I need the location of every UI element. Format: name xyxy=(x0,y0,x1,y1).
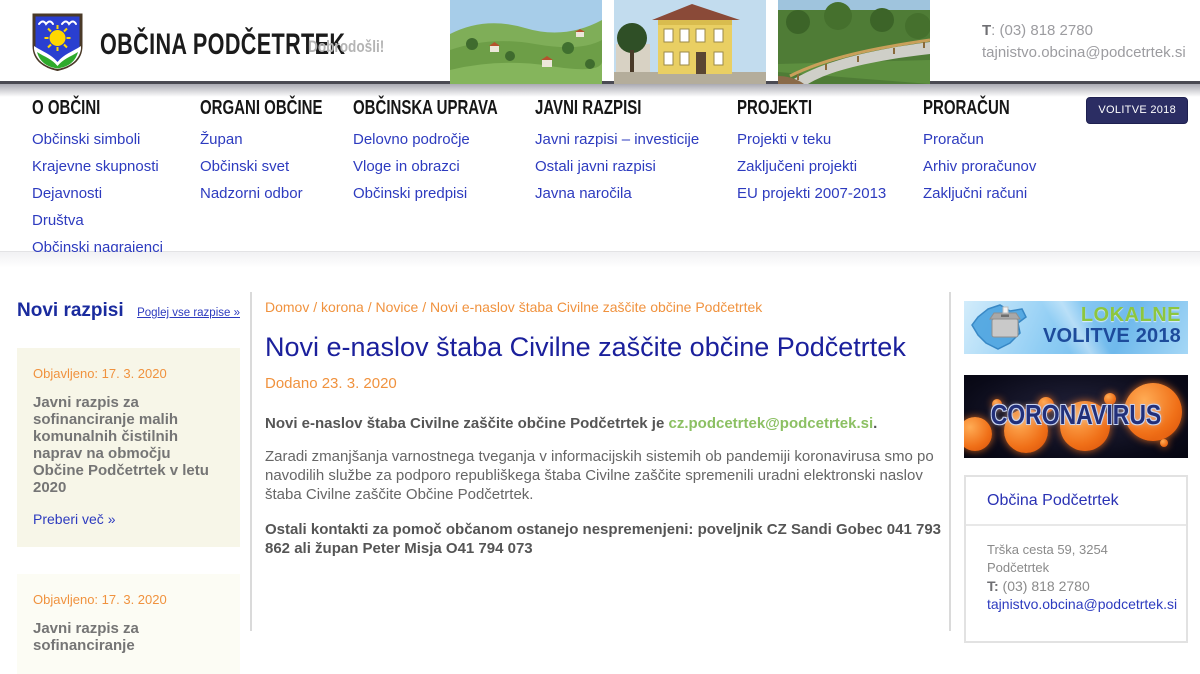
coronavirus-banner[interactable]: CORONAVIRUS xyxy=(964,375,1188,458)
article-lead: Novi e-naslov štaba Civilne zaščite obči… xyxy=(265,415,878,432)
new-tenders-title: Novi razpisi xyxy=(17,300,124,321)
nav-link[interactable]: Dejavnosti xyxy=(32,185,102,202)
nav-link[interactable]: Društva xyxy=(32,212,84,229)
contact-address: Trška cesta 59, 3254 Podčetrtek xyxy=(987,542,1108,575)
tender-title-link[interactable]: Javni razpis za sofinanciranje malih kom… xyxy=(33,394,224,496)
nav-column-proracun: PRORAČUN Proračun Arhiv proračunov Zaklj… xyxy=(923,97,1039,212)
nav-link[interactable]: Nadzorni odbor xyxy=(200,185,303,202)
nav-column-javni-razpisi: JAVNI RAZPISI Javni razpisi – investicij… xyxy=(535,97,699,212)
banner-line-lokalne: LOKALNE xyxy=(1080,304,1181,326)
article: Domov / korona / Novice / Novi e-naslov … xyxy=(265,252,945,573)
nav-heading[interactable]: PROJEKTI xyxy=(737,97,886,120)
nav-link[interactable]: Občinski svet xyxy=(200,158,289,175)
tender-published-date: Objavljeno: 17. 3. 2020 xyxy=(33,366,167,381)
virus-blob xyxy=(1160,439,1168,447)
welcome-text: Dobrodošli! xyxy=(308,37,385,56)
contact-phone: T: (03) 818 2780 xyxy=(987,578,1090,594)
phone-label: T xyxy=(982,22,992,39)
nav-heading[interactable]: O OBČINI xyxy=(32,97,163,120)
header-email-link[interactable]: tajnistvo.obcina@podcetrtek.si xyxy=(982,44,1186,61)
nav-heading[interactable]: JAVNI RAZPISI xyxy=(535,97,699,120)
nav-link[interactable]: Projekti v teku xyxy=(737,131,831,148)
article-date: Dodano 23. 3. 2020 xyxy=(265,375,397,392)
nav-link[interactable]: Zaključni računi xyxy=(923,185,1027,202)
article-paragraph: Zaradi zmanjšanja varnostnega tveganja v… xyxy=(265,448,934,503)
tender-card[interactable]: Objavljeno: 17. 3. 2020 Javni razpis za … xyxy=(17,348,240,547)
nav-heading[interactable]: OBČINSKA UPRAVA xyxy=(353,97,546,120)
nav-column-projekti: PROJEKTI Projekti v teku Zaključeni proj… xyxy=(737,97,886,212)
site-header: OBČINA PODČETRTEK Dobrodošli! T: (03) 81… xyxy=(0,0,1200,84)
banner-line-volitve-2018: VOLITVE 2018 xyxy=(1042,325,1181,347)
breadcrumb-link-korona[interactable]: korona xyxy=(321,299,364,315)
article-contacts-paragraph: Ostali kontakti za pomoč občanom ostanej… xyxy=(265,521,942,557)
content-area: Novi razpisi Poglej vse razpise » Objavl… xyxy=(0,252,1200,674)
nav-link[interactable]: Zaključeni projekti xyxy=(737,158,857,175)
nav-column-o-obcini: O OBČINI Občinski simboli Krajevne skupn… xyxy=(32,97,163,266)
nav-link[interactable]: Javni razpisi – investicije xyxy=(535,131,699,148)
nav-column-organi-obcine: ORGANI OBČINE Župan Občinski svet Nadzor… xyxy=(200,97,363,212)
header-photo-hills xyxy=(450,0,602,84)
nav-link[interactable]: Javna naročila xyxy=(535,185,632,202)
header-contact: T: (03) 818 2780 tajnistvo.obcina@podcet… xyxy=(982,20,1186,64)
nav-link[interactable]: Proračun xyxy=(923,131,984,148)
main-navigation: O OBČINI Občinski simboli Krajevne skupn… xyxy=(0,84,1200,256)
header-phone: T: (03) 818 2780 xyxy=(982,22,1093,39)
contact-info-box: Občina Podčetrtek Trška cesta 59, 3254 P… xyxy=(964,475,1188,643)
coronavirus-banner-text: CORONAVIRUS xyxy=(990,399,1162,430)
nav-link[interactable]: Krajevne skupnosti xyxy=(32,158,159,175)
header-photo-building xyxy=(614,0,766,84)
contact-email-link[interactable]: tajnistvo.obcina@podcetrtek.si xyxy=(987,596,1177,612)
sidebar-right: LOKALNE VOLITVE 2018 CORONAVIRUS Občina … xyxy=(964,252,1188,643)
nav-link[interactable]: Vloge in obrazci xyxy=(353,158,460,175)
contact-box-title[interactable]: Občina Podčetrtek xyxy=(966,477,1186,526)
page-title: Novi e-naslov štaba Civilne zaščite obči… xyxy=(265,332,906,362)
nav-link[interactable]: Arhiv proračunov xyxy=(923,158,1036,175)
breadcrumb-current: Novi e-naslov štaba Civilne zaščite obči… xyxy=(429,299,763,315)
municipality-coat-of-arms-logo[interactable] xyxy=(31,13,84,71)
nav-heading[interactable]: PRORAČUN xyxy=(923,97,1039,120)
header-photo-strip xyxy=(450,0,930,84)
nav-link[interactable]: Ostali javni razpisi xyxy=(535,158,656,175)
header-photo-road xyxy=(778,0,930,84)
nav-heading[interactable]: ORGANI OBČINE xyxy=(200,97,363,120)
nav-link[interactable]: Občinski simboli xyxy=(32,131,140,148)
lokalne-volitve-2018-banner[interactable]: LOKALNE VOLITVE 2018 xyxy=(964,301,1188,354)
volitve-2018-button[interactable]: VOLITVE 2018 xyxy=(1086,97,1188,124)
read-more-link[interactable]: Preberi več » xyxy=(33,511,224,527)
tender-published-date: Objavljeno: 17. 3. 2020 xyxy=(33,592,167,607)
left-divider xyxy=(250,292,252,631)
cz-email-link[interactable]: cz.podcetrtek@podcetrtek.si xyxy=(668,415,873,432)
nav-link[interactable]: EU projekti 2007-2013 xyxy=(737,185,886,202)
breadcrumb-link-domov[interactable]: Domov xyxy=(265,299,309,315)
nav-link[interactable]: Župan xyxy=(200,131,243,148)
sidebar-new-tenders: Novi razpisi Poglej vse razpise » Objavl… xyxy=(0,252,250,674)
nav-link[interactable]: Delovno področje xyxy=(353,131,470,148)
breadcrumb-link-novice[interactable]: Novice xyxy=(376,299,419,315)
right-divider xyxy=(949,292,951,631)
nav-link[interactable]: Občinski predpisi xyxy=(353,185,467,202)
nav-column-obcinska-uprava: OBČINSKA UPRAVA Delovno področje Vloge i… xyxy=(353,97,546,212)
breadcrumb: Domov / korona / Novice / Novi e-naslov … xyxy=(265,299,763,315)
tender-title-link[interactable]: Javni razpis za sofinanciranje xyxy=(33,620,224,654)
view-all-tenders-link[interactable]: Poglej vse razpise » xyxy=(137,307,240,319)
tender-card[interactable]: Objavljeno: 17. 3. 2020 Javni razpis za … xyxy=(17,574,240,674)
